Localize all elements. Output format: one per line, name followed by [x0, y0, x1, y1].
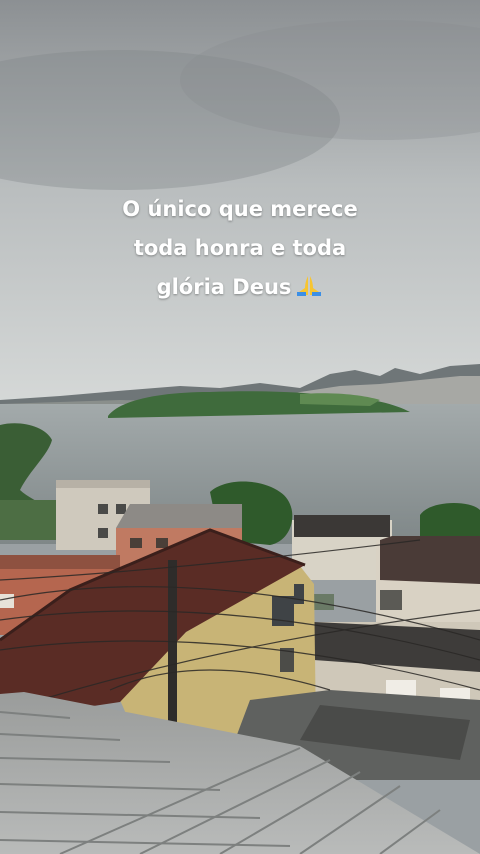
caption-line-1: O único que merece: [122, 197, 358, 221]
scene: [0, 0, 480, 854]
caption-line-3-text: glória Deus: [156, 275, 292, 299]
photo-background: [0, 0, 480, 854]
praying-hands-icon: [295, 270, 323, 296]
caption-line-3: glória Deus: [0, 268, 480, 307]
caption-line-2: toda honra e toda: [133, 236, 347, 260]
caption-overlay: O único que merece toda honra e toda gló…: [0, 190, 480, 307]
